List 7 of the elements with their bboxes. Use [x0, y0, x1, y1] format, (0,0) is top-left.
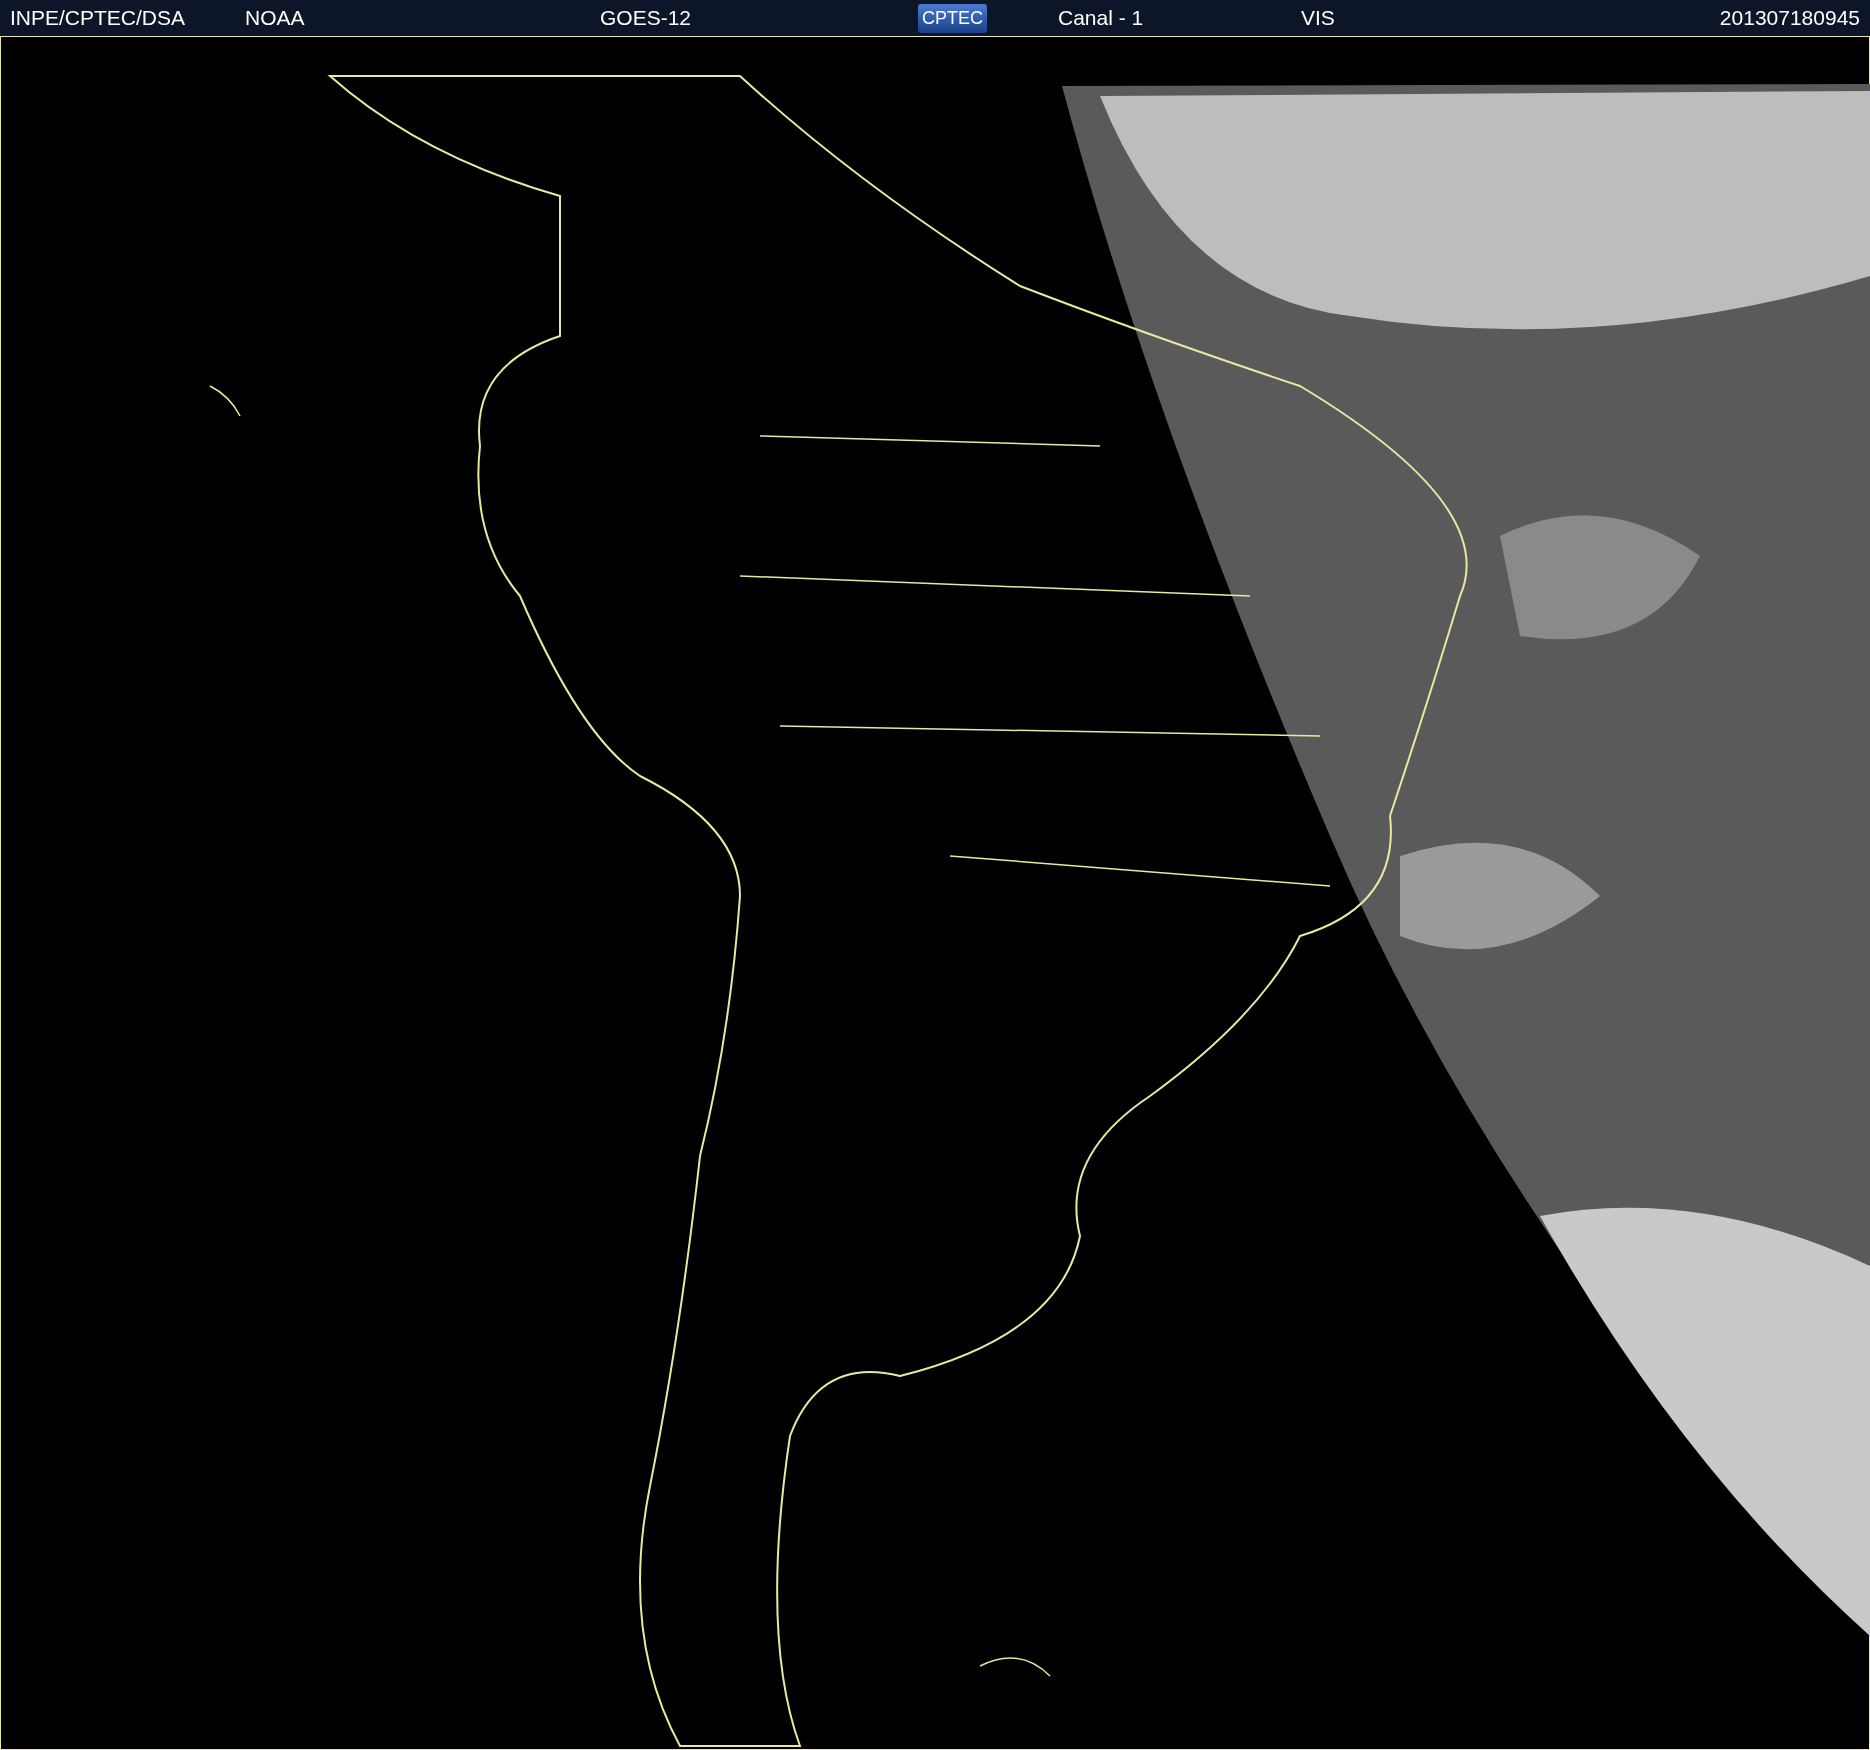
header-label: Canal - 1 [1058, 6, 1144, 30]
header-label: NOAA [245, 6, 305, 30]
logo: CPTEC [918, 3, 987, 33]
header-label: VIS [1301, 6, 1335, 30]
header-label: 201307180945 [1719, 6, 1860, 30]
header-label: GOES-12 [600, 6, 692, 30]
header-label: INPE/CPTEC/DSA [10, 6, 186, 30]
